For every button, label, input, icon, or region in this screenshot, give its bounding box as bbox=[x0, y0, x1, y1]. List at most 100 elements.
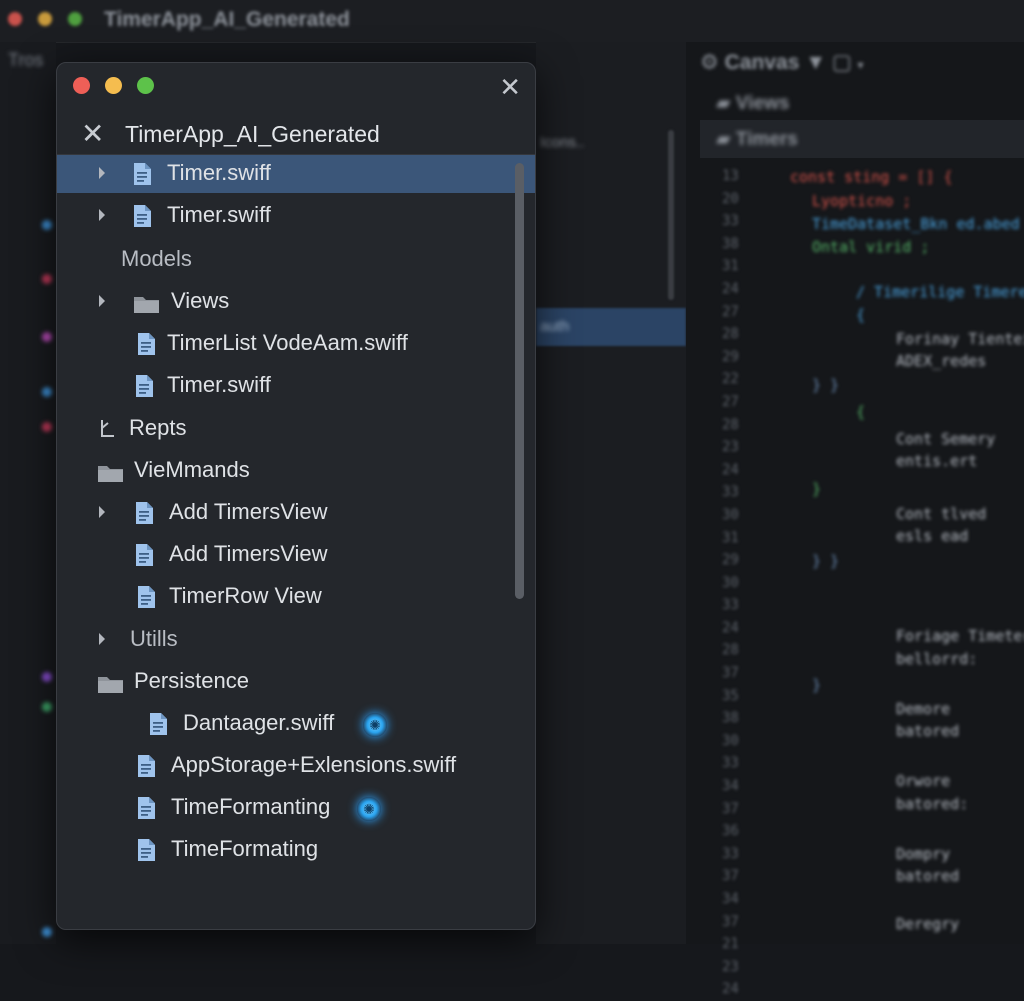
breadcrumb-timers[interactable]: ▰ Timers bbox=[716, 128, 798, 151]
project-navigator-popup: ✕ ✕ TimerApp_AI_Generated Timer.swiff Tim… bbox=[56, 62, 536, 930]
line-number: 36 bbox=[722, 823, 739, 840]
line-number: 37 bbox=[722, 868, 739, 885]
tree-file-row[interactable]: Timer.swiff bbox=[57, 155, 535, 193]
file-list-item[interactable]: Icons.. bbox=[540, 134, 584, 151]
line-number-gutter: 13 20 33 38 31 24 27 28 29 22 27 28 23 24 33 30 31 29 30 33… bbox=[722, 165, 752, 1001]
navigator-strip bbox=[0, 42, 56, 944]
window-close-button[interactable] bbox=[8, 12, 22, 26]
code-line: batored bbox=[896, 867, 960, 885]
code-line: ADEX_redes bbox=[896, 352, 987, 370]
tree-item-label: Add TimersView bbox=[169, 541, 328, 566]
canvas-label[interactable]: Canvas bbox=[725, 51, 800, 74]
tree-item-label: Views bbox=[171, 288, 230, 313]
tree-file-row[interactable]: TimeFormating bbox=[57, 831, 535, 869]
line-number: 24 bbox=[722, 461, 739, 478]
tree-file-row[interactable]: Add TimersView bbox=[57, 536, 535, 574]
tree-file-row[interactable]: Add TimersView bbox=[57, 494, 535, 532]
filter-icon[interactable]: ▼ bbox=[805, 51, 832, 74]
minimize-dot-button[interactable] bbox=[105, 77, 122, 94]
tree-item-label: TimerList VodeAam.swiff bbox=[167, 330, 408, 355]
tree-group-row[interactable]: Persistence bbox=[57, 663, 535, 701]
breadcrumb-views[interactable]: ▰ Views bbox=[716, 92, 789, 115]
tree-group-row[interactable]: VieMmands bbox=[57, 452, 535, 490]
folder-icon: ▰ bbox=[716, 129, 736, 150]
code-line: esls ead bbox=[896, 527, 969, 545]
code-line: } } bbox=[812, 376, 840, 394]
tree-file-row[interactable]: AppStorage+Exlensions.swiff bbox=[57, 747, 535, 785]
strip-marker bbox=[42, 387, 52, 397]
tree-group-row[interactable]: Utills bbox=[57, 621, 535, 659]
line-number: 33 bbox=[722, 755, 739, 772]
tree-file-row[interactable]: Repts bbox=[57, 410, 535, 448]
swift-file-icon bbox=[149, 712, 168, 736]
line-number: 33 bbox=[722, 845, 739, 862]
ai-sparkle-icon[interactable]: ✺ bbox=[357, 797, 381, 821]
tree-scrollbar[interactable] bbox=[515, 163, 524, 599]
code-line: Dompry bbox=[896, 845, 951, 863]
disclosure-chevron-icon[interactable] bbox=[97, 293, 107, 309]
reports-icon bbox=[99, 418, 117, 440]
gear-icon[interactable]: ⚙ bbox=[700, 51, 719, 74]
line-number: 24 bbox=[722, 981, 739, 998]
tree-file-row[interactable]: Timer.swiff bbox=[57, 367, 535, 405]
swift-file-icon bbox=[137, 585, 156, 609]
tree-file-row[interactable]: TimerList VodeAam.swiff bbox=[57, 325, 535, 363]
line-number: 22 bbox=[722, 371, 739, 388]
line-number: 24 bbox=[722, 280, 739, 297]
tree-item-label: Timer.swiff bbox=[167, 372, 271, 397]
code-line: } bbox=[812, 676, 822, 694]
tree-group-row[interactable]: Models bbox=[57, 241, 535, 279]
tree-item-label: Persistence bbox=[134, 668, 249, 693]
line-number: 13 bbox=[722, 168, 739, 184]
tree-item-label: Dantaager.swiff bbox=[183, 710, 335, 735]
window-zoom-button[interactable] bbox=[68, 12, 82, 26]
folder-icon bbox=[97, 464, 124, 483]
file-list-scrollbar[interactable] bbox=[668, 130, 674, 300]
tree-file-row[interactable]: Timer.swiff bbox=[57, 197, 535, 235]
zoom-dot-button[interactable] bbox=[137, 77, 154, 94]
line-number: 28 bbox=[722, 326, 739, 343]
window-minimize-button[interactable] bbox=[38, 12, 52, 26]
tree-item-label: VieMmands bbox=[134, 457, 250, 482]
line-number: 37 bbox=[722, 913, 739, 930]
tree-file-row[interactable]: Dantaager.swiff ✺ bbox=[57, 705, 535, 743]
tree-group-row[interactable]: Views bbox=[57, 283, 535, 321]
disclosure-chevron-icon[interactable] bbox=[97, 504, 107, 520]
file-list-item[interactable]: auth bbox=[540, 318, 569, 335]
tree-item-label: TimerRow View bbox=[169, 583, 322, 608]
close-dot-button[interactable] bbox=[73, 77, 90, 94]
tree-item-label: Timer.swiff bbox=[167, 160, 271, 185]
code-line: } } bbox=[812, 552, 840, 570]
code-line: entis.ert bbox=[896, 452, 978, 470]
disclosure-chevron-icon[interactable] bbox=[97, 207, 107, 223]
ai-sparkle-icon[interactable]: ✺ bbox=[363, 713, 387, 737]
folder-icon: ▰ bbox=[716, 93, 736, 114]
strip-marker bbox=[42, 274, 52, 284]
swift-file-icon bbox=[137, 754, 156, 778]
line-number: 28 bbox=[722, 416, 739, 433]
code-line: { bbox=[856, 306, 866, 324]
strip-marker bbox=[42, 422, 52, 432]
swift-file-icon bbox=[133, 204, 152, 228]
line-number: 28 bbox=[722, 642, 739, 659]
layout-icon[interactable]: ▢ bbox=[832, 51, 852, 74]
close-icon[interactable]: ✕ bbox=[499, 72, 521, 103]
code-line: batored: bbox=[896, 795, 969, 813]
disclosure-chevron-icon[interactable] bbox=[97, 631, 107, 647]
chevron-down-icon[interactable]: ▾ bbox=[858, 58, 864, 72]
navigator-tab-label[interactable]: Tros bbox=[8, 50, 43, 71]
disclosure-chevron-icon[interactable] bbox=[97, 165, 107, 181]
line-number: 35 bbox=[722, 687, 739, 704]
code-line: Cont Semery bbox=[896, 430, 996, 448]
code-line: TimeDataset_Bkn ed.abed { bbox=[812, 215, 1024, 233]
tree-file-row[interactable]: TimerRow View bbox=[57, 578, 535, 616]
line-number: 30 bbox=[722, 574, 739, 591]
strip-marker bbox=[42, 927, 52, 937]
code-line: Lyopticno ; bbox=[812, 192, 912, 210]
project-close-icon[interactable]: ✕ bbox=[81, 117, 104, 150]
line-number: 30 bbox=[722, 506, 739, 523]
code-line: Cont tlved bbox=[896, 505, 987, 523]
tree-file-row[interactable]: TimeFormanting ✺ bbox=[57, 789, 535, 827]
strip-marker bbox=[42, 332, 52, 342]
line-number: 21 bbox=[722, 936, 739, 953]
